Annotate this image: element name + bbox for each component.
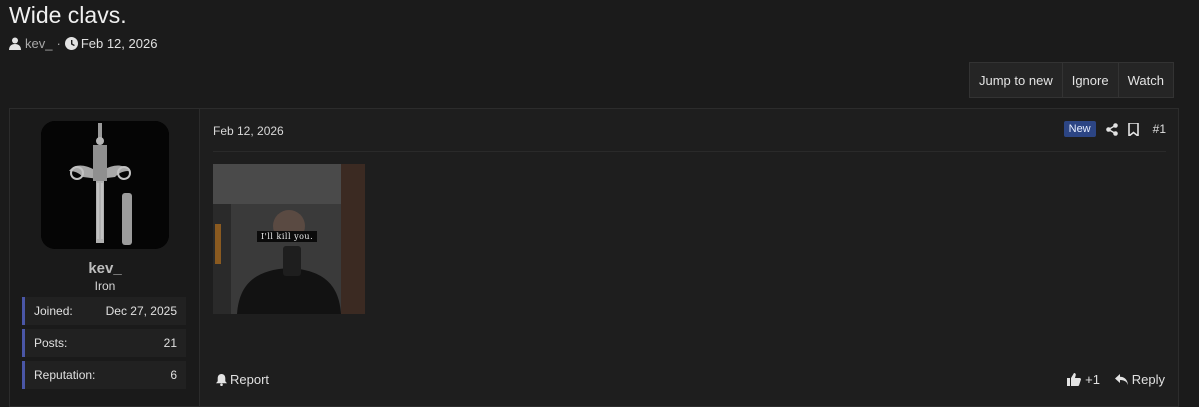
post-header-actions: New #1 <box>1063 121 1166 137</box>
stat-posts: Posts: 21 <box>22 329 186 357</box>
stat-value: Dec 27, 2025 <box>105 304 177 318</box>
jump-to-new-button[interactable]: Jump to new <box>969 62 1063 98</box>
post-number-link[interactable]: #1 <box>1153 122 1166 136</box>
username[interactable]: kev_ <box>10 260 200 277</box>
thread-author-link[interactable]: kev_ <box>25 36 52 51</box>
post-date[interactable]: Feb 12, 2026 <box>213 124 284 138</box>
watch-button[interactable]: Watch <box>1118 62 1174 98</box>
thread-date[interactable]: Feb 12, 2026 <box>81 36 158 51</box>
stat-value: 6 <box>170 368 177 382</box>
clock-icon <box>64 37 78 50</box>
user-title: Iron <box>94 279 116 293</box>
post-header-divider <box>213 151 1166 152</box>
ignore-button[interactable]: Ignore <box>1062 62 1119 98</box>
bookmark-icon[interactable] <box>1127 122 1139 136</box>
new-badge: New <box>1063 121 1096 137</box>
reaction-count: +1 <box>1085 372 1100 387</box>
post: kev_ Iron Joined: Dec 27, 2025 Posts: 21… <box>9 108 1179 407</box>
reply-button[interactable]: Reply <box>1114 372 1165 387</box>
report-link[interactable]: Report <box>216 372 269 387</box>
reply-icon <box>1114 373 1128 386</box>
meta-separator: · <box>56 36 61 51</box>
stat-value: 21 <box>163 336 177 350</box>
reply-label: Reply <box>1131 372 1165 387</box>
stat-label: Reputation: <box>34 368 96 382</box>
stat-label: Posts: <box>34 336 68 350</box>
image-caption: I'll kill you. <box>257 231 318 242</box>
post-main: Feb 12, 2026 New #1 I'll kill you. Repor… <box>201 109 1178 406</box>
share-icon[interactable] <box>1105 122 1118 136</box>
thread-action-bar: Jump to new Ignore Watch <box>969 62 1174 98</box>
thread-meta: kev_ · Feb 12, 2026 <box>9 36 157 51</box>
avatar[interactable] <box>41 121 169 249</box>
user-stats: Joined: Dec 27, 2025 Posts: 21 Reputatio… <box>22 297 186 393</box>
like-button[interactable]: +1 <box>1067 372 1100 387</box>
thread-title: Wide clavs. <box>9 2 127 28</box>
user-icon <box>9 37 21 50</box>
stat-reputation: Reputation: 6 <box>22 361 186 389</box>
post-attached-image[interactable]: I'll kill you. <box>213 164 365 314</box>
report-label: Report <box>230 372 270 387</box>
post-user-cell: kev_ Iron Joined: Dec 27, 2025 Posts: 21… <box>10 109 200 406</box>
stat-joined: Joined: Dec 27, 2025 <box>22 297 186 325</box>
bell-icon <box>216 373 227 386</box>
thumbs-up-icon <box>1067 373 1082 386</box>
stat-label: Joined: <box>34 304 73 318</box>
